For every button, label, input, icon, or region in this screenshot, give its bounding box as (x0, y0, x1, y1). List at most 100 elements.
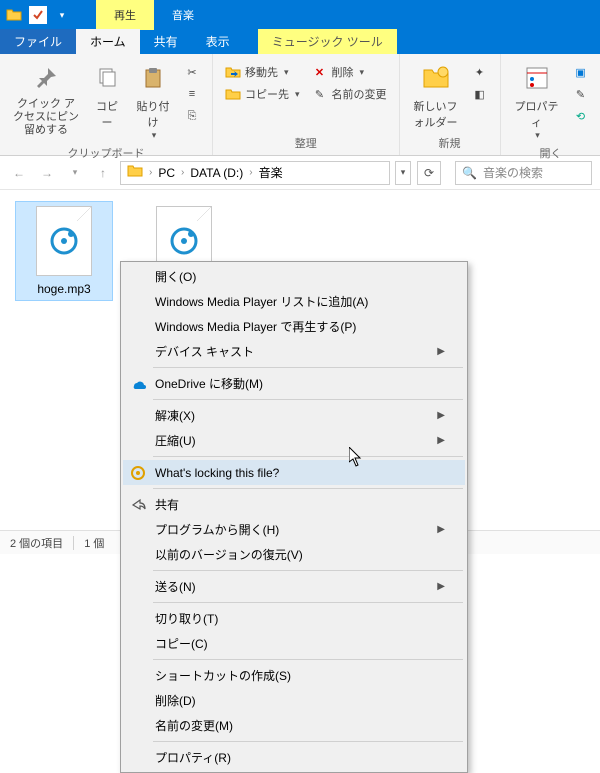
status-item-count: 2 個の項目 (10, 535, 63, 551)
copy-label: コピー (92, 98, 122, 130)
menu-item-label: プログラムから開く(H) (155, 521, 279, 538)
copy-to-button[interactable]: コピー先 ▾ (221, 84, 304, 104)
open-icon: ▣ (573, 64, 589, 80)
tab-home[interactable]: ホーム (76, 29, 140, 54)
submenu-arrow-icon: ▶ (437, 346, 445, 357)
nav-up-button[interactable]: ↑ (92, 162, 114, 184)
contextual-tab-play[interactable]: 再生 (96, 0, 154, 30)
breadcrumb[interactable]: › PC › DATA (D:) › 音楽 (120, 161, 390, 185)
easy-access-button[interactable]: ◧ (468, 84, 492, 104)
copy-button[interactable]: コピー (86, 58, 128, 134)
move-to-icon (225, 64, 241, 80)
menu-item[interactable]: Windows Media Player リストに追加(A) (123, 289, 465, 314)
menu-item-label: 以前のバージョンの復元(V) (155, 546, 303, 563)
open-button[interactable]: ▣ (569, 62, 593, 82)
history-icon: ⟲ (573, 108, 589, 124)
search-icon: 🔍 (462, 166, 477, 180)
menu-item[interactable]: 送る(N)▶ (123, 574, 465, 599)
menu-item-label: コピー(C) (155, 635, 208, 652)
new-folder-icon (420, 62, 452, 94)
menu-item[interactable]: ショートカットの作成(S) (123, 663, 465, 688)
menu-separator (153, 602, 463, 603)
refresh-button[interactable]: ⟳ (417, 161, 441, 185)
nav-recent-dropdown[interactable]: ▾ (64, 162, 86, 184)
pin-quick-access-button[interactable]: クイック アクセスにピン留めする (6, 58, 86, 142)
lock-icon (129, 464, 147, 482)
easy-access-icon: ◧ (472, 86, 488, 102)
file-item[interactable]: hoge.mp3 (16, 202, 112, 300)
menu-item[interactable]: OneDrive に移動(M) (123, 371, 465, 396)
quick-access-toolbar: ▾ (0, 0, 76, 30)
menu-item[interactable]: 解凍(X)▶ (123, 403, 465, 428)
cut-button[interactable]: ✂ (180, 62, 204, 82)
menu-item[interactable]: プロパティ(R) (123, 745, 465, 770)
menu-item[interactable]: 共有 (123, 492, 465, 517)
paste-shortcut-button[interactable]: ⎘ (180, 106, 204, 126)
menu-separator (153, 456, 463, 457)
menu-item[interactable]: 圧縮(U)▶ (123, 428, 465, 453)
contextual-tabs: 再生 音楽 (96, 0, 212, 30)
crumb-drive[interactable]: DATA (D:) (190, 166, 243, 180)
move-to-button[interactable]: 移動先 ▾ (221, 62, 304, 82)
chevron-right-icon: › (249, 167, 252, 178)
onedrive-icon (129, 375, 147, 393)
menu-item[interactable]: 以前のバージョンの復元(V) (123, 542, 465, 567)
submenu-arrow-icon: ▶ (437, 410, 445, 421)
chevron-down-icon: ▾ (295, 89, 300, 100)
search-input[interactable]: 🔍 音楽の検索 (455, 161, 592, 185)
file-name: hoge.mp3 (37, 282, 90, 296)
clipboard-small-buttons: ✂ ≡ ⎘ (178, 58, 206, 130)
nav-forward-button[interactable]: → (36, 162, 58, 184)
shortcut-icon: ⎘ (184, 108, 200, 124)
delete-button[interactable]: ✕ 削除 ▾ (308, 62, 391, 82)
menu-item[interactable]: デバイス キャスト ▶ (123, 339, 465, 364)
menu-item[interactable]: 名前の変更(M) (123, 713, 465, 738)
menu-item-label: OneDrive に移動(M) (155, 375, 263, 392)
paste-button[interactable]: 貼り付け ▾ (128, 58, 178, 145)
menu-item-label: プロパティ(R) (155, 749, 231, 766)
menu-item[interactable]: What's locking this file? (123, 460, 465, 485)
tab-file[interactable]: ファイル (0, 29, 76, 54)
menu-item-label: 共有 (155, 496, 179, 513)
menu-item-label: What's locking this file? (155, 466, 279, 480)
chevron-down-icon: ▾ (360, 67, 365, 78)
tab-music-tools[interactable]: ミュージック ツール (258, 29, 397, 54)
new-item-button[interactable]: ✦ (468, 62, 492, 82)
contextual-tab-music: 音楽 (154, 0, 212, 30)
edit-button[interactable]: ✎ (569, 84, 593, 104)
tab-share[interactable]: 共有 (140, 29, 192, 54)
submenu-arrow-icon: ▶ (437, 524, 445, 535)
tab-view[interactable]: 表示 (192, 29, 244, 54)
new-folder-button[interactable]: 新しいフォルダー (406, 58, 466, 134)
group-label-organize: 整理 (295, 135, 317, 153)
menu-item-label: デバイス キャスト (155, 343, 254, 360)
crumb-pc[interactable]: PC (158, 166, 175, 180)
chevron-down-icon: ▾ (284, 67, 289, 78)
chevron-right-icon: › (181, 167, 184, 178)
properties-button[interactable]: プロパティ ▾ (507, 58, 567, 145)
menu-separator (153, 399, 463, 400)
delete-label: 削除 (332, 64, 354, 80)
qat-dropdown-icon[interactable]: ▾ (52, 5, 72, 25)
history-button[interactable]: ⟲ (569, 106, 593, 126)
menu-item[interactable]: Windows Media Player で再生する(P) (123, 314, 465, 339)
menu-item[interactable]: 開く(O) (123, 264, 465, 289)
qat-checkbox-icon[interactable] (28, 5, 48, 25)
menu-separator (153, 367, 463, 368)
submenu-arrow-icon: ▶ (437, 435, 445, 446)
menu-item[interactable]: 削除(D) (123, 688, 465, 713)
menu-item-label: 削除(D) (155, 692, 196, 709)
menu-item[interactable]: コピー(C) (123, 631, 465, 656)
menu-item[interactable]: 切り取り(T) (123, 606, 465, 631)
nav-back-button[interactable]: ← (8, 162, 30, 184)
copy-path-button[interactable]: ≡ (180, 84, 204, 104)
menu-item[interactable]: プログラムから開く(H) ▶ (123, 517, 465, 542)
group-organize: 移動先 ▾ コピー先 ▾ ✕ 削除 ▾ ✎ (213, 54, 400, 155)
status-separator (73, 536, 74, 550)
titlebar: ▾ 再生 音楽 (0, 0, 600, 30)
rename-button[interactable]: ✎ 名前の変更 (308, 84, 391, 104)
crumb-folder[interactable]: 音楽 (259, 164, 283, 181)
folder-icon (127, 163, 143, 182)
breadcrumb-dropdown[interactable]: ▾ (395, 161, 411, 185)
share-icon (129, 496, 147, 514)
